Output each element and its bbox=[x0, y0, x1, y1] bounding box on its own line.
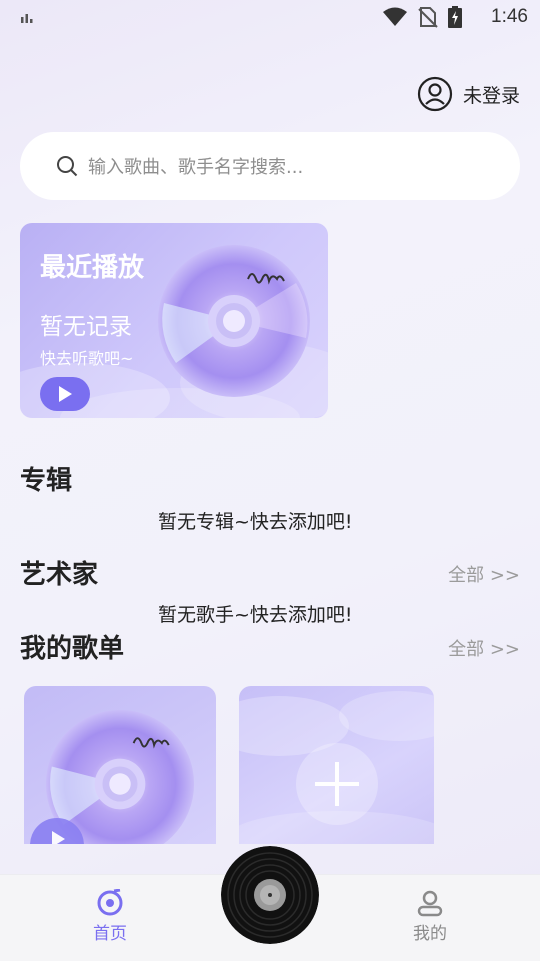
user-icon bbox=[417, 890, 443, 917]
playlist-card[interactable] bbox=[24, 686, 216, 844]
artists-empty-text: 暂无歌手~快去添加吧! bbox=[158, 604, 353, 626]
no-sim-icon bbox=[418, 7, 438, 28]
artists-section-title: 艺术家 bbox=[20, 560, 99, 590]
user-avatar-icon bbox=[417, 76, 453, 112]
playlists-view-all-link[interactable]: 全部 >> bbox=[448, 635, 520, 661]
recent-play-card[interactable]: 最近播放 暂无记录 快去听歌吧~ bbox=[20, 223, 328, 418]
tab-mine[interactable]: 我的 bbox=[370, 889, 490, 944]
play-icon bbox=[59, 386, 72, 402]
add-button[interactable] bbox=[296, 743, 378, 825]
wifi-icon bbox=[383, 7, 407, 26]
albums-section-title: 专辑 bbox=[20, 466, 73, 496]
recent-title: 最近播放 bbox=[40, 253, 145, 283]
albums-empty-text: 暂无专辑~快去添加吧! bbox=[158, 511, 353, 533]
artists-view-all-link[interactable]: 全部 >> bbox=[448, 561, 520, 587]
play-icon bbox=[52, 831, 65, 844]
play-button[interactable] bbox=[40, 377, 90, 411]
tab-home[interactable]: 首页 bbox=[50, 889, 170, 944]
tab-mine-label: 我的 bbox=[413, 924, 447, 944]
now-playing-vinyl-button[interactable] bbox=[221, 846, 319, 944]
status-bar: 1:46 bbox=[0, 0, 540, 36]
signal-bars-icon bbox=[21, 14, 33, 23]
login-label: 未登录 bbox=[462, 84, 520, 107]
search-input[interactable]: 输入歌曲、歌手名字搜索... bbox=[88, 153, 303, 179]
search-bar[interactable]: 输入歌曲、歌手名字搜索... bbox=[20, 132, 520, 200]
search-icon bbox=[57, 156, 78, 177]
add-playlist-card[interactable] bbox=[239, 686, 434, 844]
recent-hint: 快去听歌吧~ bbox=[40, 349, 134, 368]
clock-time: 1:46 bbox=[491, 6, 528, 27]
plus-icon bbox=[315, 762, 359, 806]
battery-charging-icon bbox=[448, 6, 462, 28]
cd-disc-icon bbox=[158, 245, 310, 397]
tab-home-label: 首页 bbox=[93, 924, 127, 944]
login-button[interactable]: 未登录 bbox=[417, 76, 520, 112]
playlists-section-title: 我的歌单 bbox=[20, 634, 125, 664]
music-disc-icon bbox=[97, 889, 123, 916]
recent-empty-text: 暂无记录 bbox=[40, 314, 132, 340]
